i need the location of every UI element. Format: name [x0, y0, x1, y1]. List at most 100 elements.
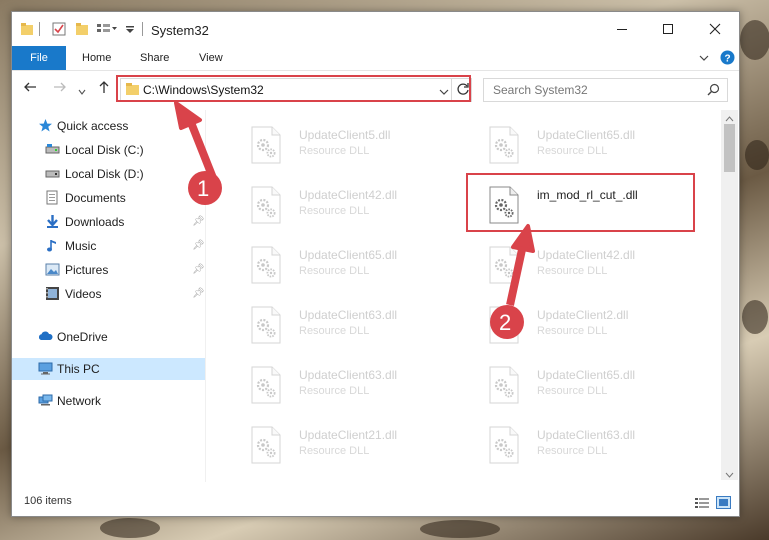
tab-share[interactable]: Share [140, 46, 169, 70]
background-spot [420, 520, 500, 538]
up-icon[interactable] [97, 80, 111, 98]
file-type: Resource DLL [537, 385, 608, 397]
file-type: Resource DLL [299, 205, 370, 217]
maximize-button[interactable] [645, 12, 691, 46]
dll-file-icon [251, 306, 281, 344]
sidebar-item-network[interactable]: Network [12, 390, 205, 412]
dll-file-icon [489, 426, 519, 464]
scroll-thumb[interactable] [724, 124, 735, 172]
file-item[interactable]: UpdateClient63.dll Resource DLL [237, 302, 437, 352]
sidebar-item-videos[interactable]: Videos 📌︎ [12, 283, 205, 305]
file-item[interactable]: UpdateClient63.dll Resource DLL [475, 422, 675, 472]
sidebar-item-label: Downloads [65, 215, 125, 229]
file-name: UpdateClient65.dll [299, 248, 398, 262]
network-icon [38, 394, 53, 406]
tab-file[interactable]: File [12, 46, 66, 70]
dll-file-icon [251, 366, 281, 404]
file-name: UpdateClient5.dll [299, 128, 391, 142]
title-bar: System32 [12, 12, 739, 46]
item-count: 106 items [24, 495, 72, 507]
download-icon [47, 215, 58, 228]
large-icons-view-icon[interactable] [716, 496, 731, 512]
pin-icon[interactable]: 📌︎ [192, 216, 205, 227]
star-icon [39, 119, 52, 132]
sidebar-item-label: Pictures [65, 263, 109, 277]
scroll-down-icon[interactable] [725, 468, 734, 482]
file-name: UpdateClient21.dll [299, 428, 398, 442]
drive-icon [45, 170, 60, 178]
drive-icon [45, 144, 60, 154]
minimize-button[interactable] [599, 12, 645, 46]
file-name: UpdateClient42.dll [537, 248, 636, 262]
expand-ribbon-icon[interactable] [699, 52, 709, 66]
sidebar-item-local-disk-d[interactable]: Local Disk (D:) [12, 163, 205, 185]
file-item[interactable]: UpdateClient42.dll Resource DLL [475, 242, 675, 292]
status-bar: 106 items [12, 490, 739, 516]
close-button[interactable] [692, 12, 738, 46]
file-item[interactable]: UpdateClient2.dll Resource DLL [475, 302, 675, 352]
sidebar-item-documents[interactable]: Documents [12, 187, 205, 209]
computer-icon [38, 362, 53, 375]
file-type: Resource DLL [299, 325, 370, 337]
cloud-icon [38, 331, 53, 340]
folder-icon[interactable] [20, 21, 34, 37]
file-item[interactable]: UpdateClient5.dll Resource DLL [237, 122, 437, 172]
dll-file-icon [251, 186, 281, 224]
dll-file-icon [251, 426, 281, 464]
background-spot [742, 300, 768, 334]
search-icon[interactable] [707, 83, 720, 99]
sidebar-item-pictures[interactable]: Pictures 📌︎ [12, 259, 205, 281]
help-icon[interactable]: ? [720, 50, 735, 68]
sidebar-item-label: Local Disk (D:) [65, 167, 144, 181]
sidebar-item-this-pc[interactable]: This PC [12, 358, 205, 380]
dll-file-icon [489, 366, 519, 404]
ribbon-tabs: File Home Share View ? [12, 46, 739, 71]
forward-icon[interactable] [53, 80, 67, 98]
file-type: Resource DLL [537, 265, 608, 277]
sidebar-item-label: Music [65, 239, 97, 253]
view-options-icon[interactable] [96, 21, 118, 37]
dll-file-icon [251, 246, 281, 284]
svg-text:?: ? [725, 54, 731, 65]
sidebar-item-label: Documents [65, 191, 126, 205]
sidebar-item-local-disk-c[interactable]: Local Disk (C:) [12, 139, 205, 161]
background-spot [740, 20, 769, 60]
file-item[interactable]: UpdateClient65.dll Resource DLL [475, 122, 675, 172]
sidebar-item-music[interactable]: Music 📌︎ [12, 235, 205, 257]
details-view-icon[interactable] [695, 497, 709, 512]
file-name: UpdateClient65.dll [537, 368, 636, 382]
sidebar-item-label: Videos [65, 287, 102, 301]
sidebar-item-label: OneDrive [57, 330, 108, 344]
search-input[interactable]: Search System32 [493, 83, 588, 97]
documents-icon [46, 190, 58, 205]
pin-icon[interactable]: 📌︎ [192, 264, 205, 275]
properties-icon[interactable] [52, 21, 66, 37]
file-item[interactable]: UpdateClient65.dll Resource DLL [237, 242, 437, 292]
pin-icon[interactable]: 📌︎ [192, 288, 205, 299]
file-type: Resource DLL [537, 145, 608, 157]
tab-home[interactable]: Home [82, 46, 111, 70]
file-item[interactable]: UpdateClient42.dll Resource DLL [237, 182, 437, 232]
vertical-scrollbar[interactable] [721, 110, 738, 480]
file-highlight [466, 173, 695, 232]
file-item[interactable]: UpdateClient65.dll Resource DLL [475, 362, 675, 412]
sidebar-item-onedrive[interactable]: OneDrive [12, 326, 205, 348]
file-type: Resource DLL [299, 145, 370, 157]
file-item[interactable]: UpdateClient21.dll Resource DLL [237, 422, 437, 472]
new-folder-icon[interactable] [75, 21, 89, 37]
sidebar-item-quick-access[interactable]: Quick access [12, 115, 205, 137]
dll-file-icon [489, 246, 519, 284]
pictures-icon [45, 263, 60, 276]
recent-locations-icon[interactable] [78, 83, 86, 100]
search-box[interactable]: Search System32 [483, 78, 728, 102]
sidebar-item-downloads[interactable]: Downloads 📌︎ [12, 211, 205, 233]
file-item[interactable]: UpdateClient63.dll Resource DLL [237, 362, 437, 412]
customize-qa-icon[interactable] [125, 21, 135, 37]
videos-icon [46, 287, 59, 300]
pin-icon[interactable]: 📌︎ [192, 240, 205, 251]
tab-view[interactable]: View [199, 46, 223, 70]
pane-divider[interactable] [205, 110, 206, 482]
window-title: System32 [151, 23, 209, 38]
back-icon[interactable] [23, 80, 37, 98]
file-type: Resource DLL [537, 325, 608, 337]
